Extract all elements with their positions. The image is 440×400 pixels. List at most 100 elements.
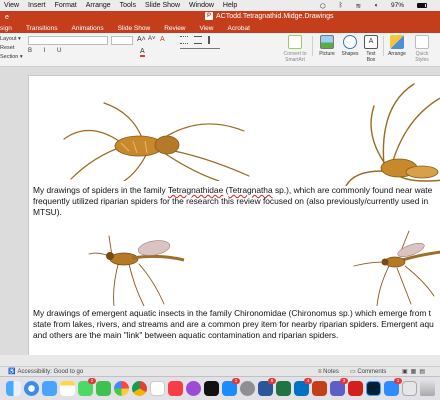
menu-insert[interactable]: Insert: [28, 2, 46, 9]
tab-transitions[interactable]: Transitions: [26, 25, 58, 32]
midge-drawing-right[interactable]: [349, 226, 440, 306]
teams-icon[interactable]: 3: [330, 378, 348, 396]
finder-icon[interactable]: [6, 381, 21, 396]
acrobat-icon[interactable]: [348, 381, 363, 396]
preview-icon[interactable]: [402, 381, 417, 396]
chrome-icon[interactable]: [132, 381, 147, 396]
settings-icon[interactable]: [240, 381, 255, 396]
genus-name-tetragnatha: Tetragnatha: [228, 185, 273, 195]
notes-app-icon[interactable]: [60, 381, 75, 396]
photos-icon[interactable]: [114, 381, 129, 396]
slides-group: Layout ▾ Reset Section ▾: [0, 35, 23, 62]
menu-arrange[interactable]: Arrange: [86, 2, 111, 9]
paragraph-spiders[interactable]: My drawings of spiders in the family Tet…: [33, 185, 440, 218]
menu-view[interactable]: View: [4, 2, 19, 9]
powerpoint-dock-icon[interactable]: [312, 381, 327, 396]
tab-acrobat[interactable]: Acrobat: [227, 25, 249, 32]
picture-icon: [320, 35, 334, 49]
layout-button[interactable]: Layout ▾: [0, 35, 23, 44]
outlook-icon[interactable]: 4: [294, 378, 312, 396]
indent-icon[interactable]: [208, 36, 216, 44]
trash-icon[interactable]: [420, 381, 435, 396]
align-icon[interactable]: [180, 48, 220, 49]
midge-drawing-left[interactable]: [84, 226, 204, 306]
picture-button[interactable]: Picture: [318, 35, 336, 57]
music-icon[interactable]: [168, 381, 183, 396]
excel-icon[interactable]: [276, 381, 291, 396]
photoshop-icon[interactable]: [366, 381, 381, 396]
arrange-button[interactable]: Arrange: [386, 35, 408, 57]
menu-help[interactable]: Help: [223, 2, 237, 9]
messages-icon[interactable]: 2: [78, 378, 96, 396]
powerpoint-icon: P: [205, 12, 213, 20]
comments-button[interactable]: ▭ Comments: [350, 368, 386, 375]
ribbon-tabs: sign Transitions Animations Slide Show R…: [0, 23, 440, 33]
bold-icon[interactable]: B I U: [28, 48, 108, 57]
menu-bar: View Insert Format Arrange Tools Slide S…: [0, 0, 440, 11]
quick-styles-button[interactable]: Quick Styles: [411, 35, 433, 63]
spider-drawing-left[interactable]: [49, 101, 289, 181]
grow-font-icon[interactable]: A˄: [137, 36, 146, 43]
tab-view[interactable]: View: [200, 25, 214, 32]
tab-animations[interactable]: Animations: [72, 25, 104, 32]
shrink-font-icon[interactable]: A˅: [148, 36, 156, 42]
normal-view-icon[interactable]: ▣: [402, 368, 408, 375]
calendar-icon[interactable]: [150, 381, 165, 396]
battery-icon[interactable]: [417, 3, 427, 8]
zoom-icon[interactable]: 1: [384, 378, 402, 396]
notes-button[interactable]: ≡ Notes: [318, 369, 339, 375]
sorter-view-icon[interactable]: ▦: [411, 368, 417, 375]
volume-icon[interactable]: ◖: [374, 2, 378, 9]
title-left-mark: e: [5, 13, 9, 21]
paragraph-midges[interactable]: My drawings of emergent aquatic insects …: [33, 308, 440, 341]
window-title-bar: e P ACTodd.Tetragnathid.Midge.Drawings: [0, 11, 440, 23]
text-box-button[interactable]: A Text Box: [363, 35, 379, 63]
document-title: P ACTodd.Tetragnathid.Midge.Drawings: [205, 12, 334, 20]
accessibility-icon: ♿: [8, 369, 16, 375]
word-icon[interactable]: 6: [258, 378, 276, 396]
status-area: ⬡ ᛒ ≋ ◖ 97%: [320, 0, 436, 11]
font-size-combo[interactable]: [111, 36, 133, 45]
section-button[interactable]: Section ▾: [0, 53, 23, 62]
status-bar: ♿ Accessibility: Good to go ≡ Notes ▭ Co…: [0, 366, 440, 376]
font-color-icon[interactable]: A: [140, 48, 145, 57]
shapes-button[interactable]: Shapes: [340, 35, 360, 57]
facetime-icon[interactable]: [96, 381, 111, 396]
safari-icon[interactable]: [24, 381, 39, 396]
menu-window[interactable]: Window: [189, 2, 214, 9]
dock: 2 1 6 4 3 1: [0, 376, 440, 400]
bullets-group[interactable]: [180, 36, 240, 56]
dropbox-icon[interactable]: ⬡: [320, 2, 326, 10]
shapes-icon: [343, 35, 357, 49]
menu-slide-show[interactable]: Slide Show: [145, 2, 180, 9]
clear-format-icon[interactable]: A: [160, 36, 165, 43]
bluetooth-icon[interactable]: ᛒ: [339, 2, 343, 9]
podcasts-icon[interactable]: [186, 381, 201, 396]
menu-tools[interactable]: Tools: [120, 2, 136, 9]
wifi-icon[interactable]: ≋: [356, 2, 361, 10]
arrange-icon: [390, 35, 404, 49]
menu-format[interactable]: Format: [55, 2, 77, 9]
view-switcher: ▣ ▦ ▤: [402, 368, 425, 375]
numbering-icon[interactable]: [194, 36, 202, 44]
tab-review[interactable]: Review: [164, 25, 185, 32]
family-name-tetragnathidae: Tetragnathidae: [167, 185, 224, 195]
tv-icon[interactable]: [204, 381, 219, 396]
convert-smartart-button[interactable]: Convert to SmartArt: [280, 35, 310, 63]
smartart-icon: [288, 35, 302, 49]
reset-button[interactable]: Reset: [0, 44, 23, 53]
text-box-icon: A: [364, 35, 378, 49]
font-name-combo[interactable]: [28, 36, 108, 45]
battery-percent[interactable]: 97%: [391, 2, 404, 9]
tab-design[interactable]: sign: [0, 25, 12, 32]
slide-workspace: My drawings of spiders in the family Tet…: [0, 67, 440, 355]
tab-slide-show[interactable]: Slide Show: [118, 25, 151, 32]
slide-canvas[interactable]: My drawings of spiders in the family Tet…: [28, 75, 440, 355]
spider-drawing-right[interactable]: [344, 76, 440, 186]
accessibility-status[interactable]: ♿ Accessibility: Good to go: [8, 368, 83, 376]
mail-icon[interactable]: [42, 381, 57, 396]
reading-view-icon[interactable]: ▤: [419, 368, 425, 375]
document-title-text: ACTodd.Tetragnathid.Midge.Drawings: [216, 12, 334, 20]
appstore-icon[interactable]: 1: [222, 378, 240, 396]
bullets-icon[interactable]: [180, 36, 188, 44]
